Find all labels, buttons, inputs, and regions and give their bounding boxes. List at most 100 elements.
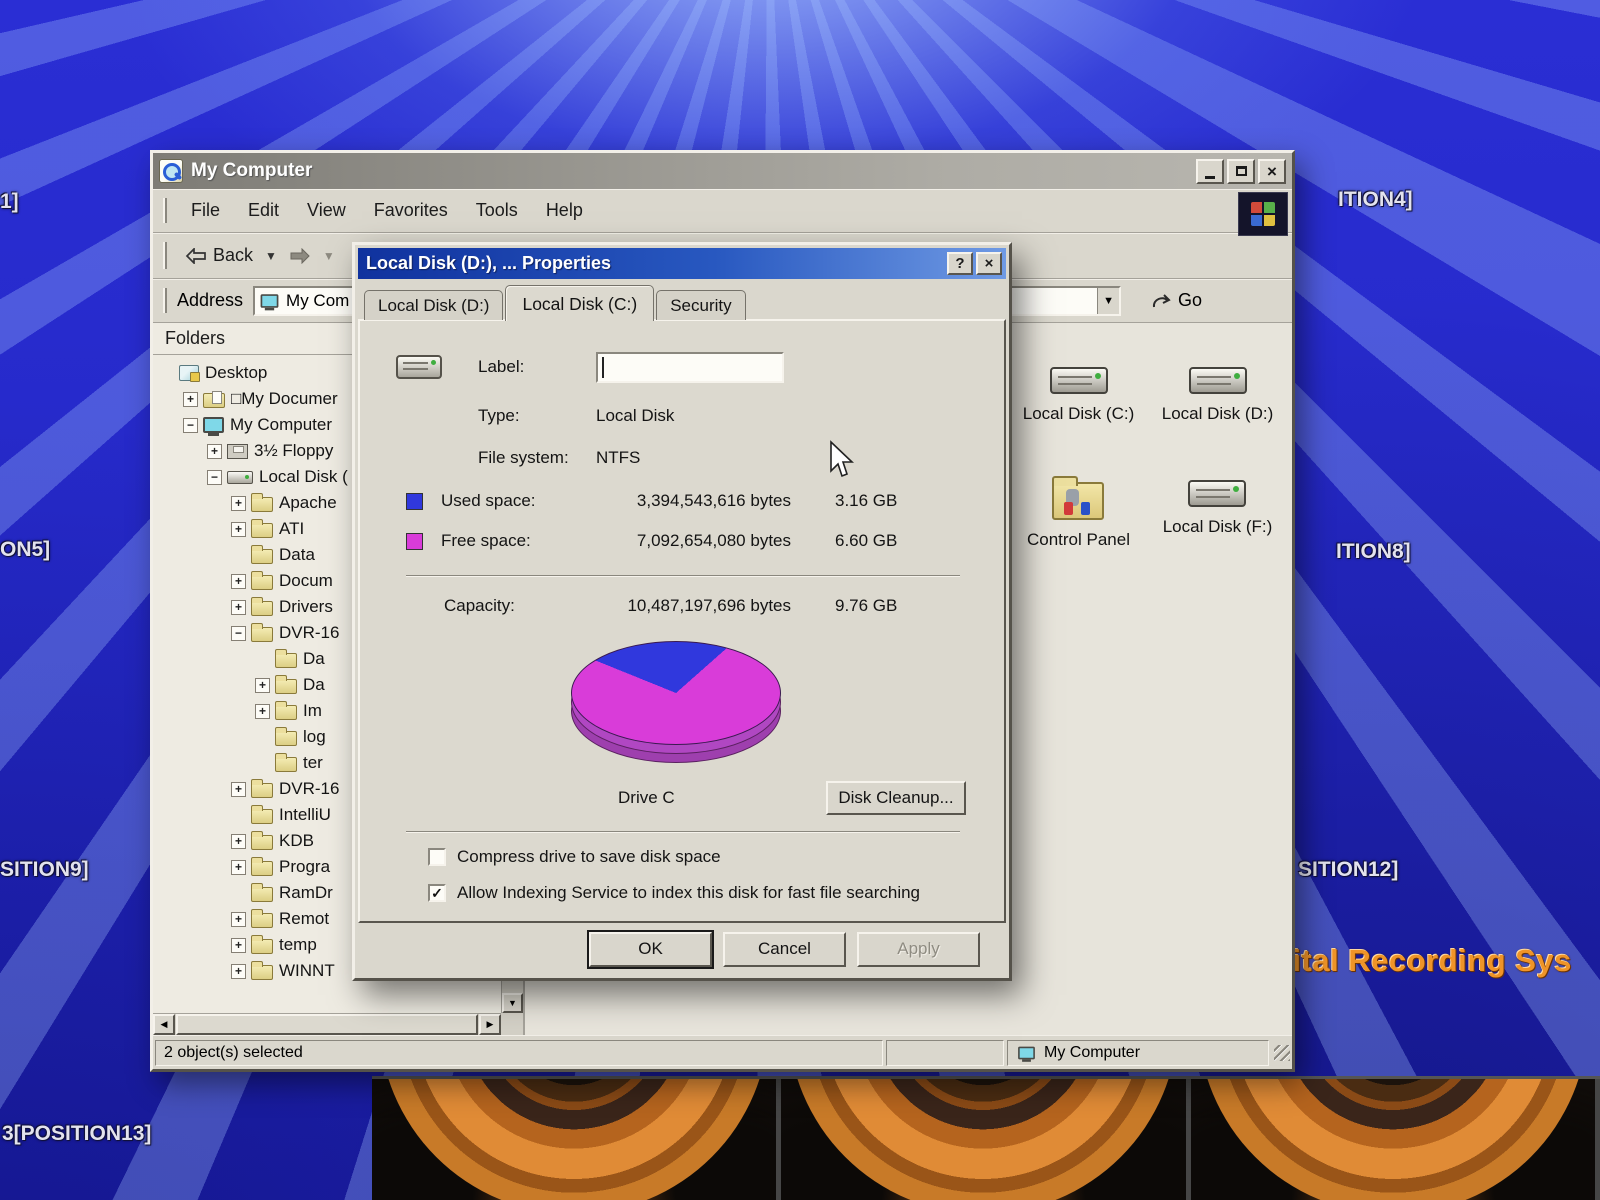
file-item[interactable]: Local Disk (F:) [1163, 480, 1273, 550]
tab-local-disk-c[interactable]: Local Disk (C:) [505, 285, 654, 321]
tab-security[interactable]: Security [656, 290, 745, 320]
menu-item-edit[interactable]: Edit [234, 196, 293, 224]
tree-item-label: KDB [279, 831, 314, 851]
expand-icon[interactable]: + [231, 782, 246, 797]
go-button[interactable]: Go [1143, 286, 1210, 315]
tree-item-label: Data [279, 545, 315, 565]
expand-icon[interactable]: + [231, 834, 246, 849]
menu-bar: FileEditViewFavoritesToolsHelp [153, 189, 1292, 233]
usage-row: Free space:7,092,654,080 bytes6.60 GB [360, 521, 1004, 561]
expand-icon[interactable]: + [231, 938, 246, 953]
disk-cleanup-button[interactable]: Disk Cleanup... [826, 781, 966, 815]
usage-bytes: 3,394,543,616 bytes [591, 491, 791, 511]
close-button[interactable]: × [1258, 159, 1286, 184]
menu-item-help[interactable]: Help [532, 196, 597, 224]
forward-history-dropdown[interactable]: ▼ [319, 249, 339, 263]
forward-button[interactable] [281, 244, 319, 268]
menu-item-file[interactable]: File [177, 196, 234, 224]
expand-icon[interactable]: + [207, 444, 222, 459]
file-item-label: Local Disk (D:) [1162, 404, 1273, 424]
expand-icon[interactable]: + [183, 392, 198, 407]
dialog-close-button[interactable]: × [976, 252, 1002, 275]
tree-item-label: ATI [279, 519, 304, 539]
volume-label-input[interactable] [596, 352, 784, 383]
scrollbar-thumb[interactable] [176, 1014, 478, 1035]
usage-size: 3.16 GB [835, 491, 955, 511]
tree-item-label: Da [303, 675, 325, 695]
folder-icon [251, 601, 273, 616]
cancel-button[interactable]: Cancel [723, 932, 846, 967]
tree-item-label: Im [303, 701, 322, 721]
scroll-left-button[interactable]: ◀ [153, 1014, 175, 1035]
collapse-icon[interactable]: − [207, 470, 222, 485]
expand-icon[interactable]: + [231, 496, 246, 511]
tree-item-label: DVR-16 [279, 779, 339, 799]
control-panel-icon [1052, 482, 1104, 520]
expand-icon[interactable]: + [231, 860, 246, 875]
menu-item-tools[interactable]: Tools [462, 196, 532, 224]
address-dropdown-button[interactable]: ▼ [1097, 288, 1119, 314]
toolbar-grip[interactable] [163, 242, 167, 269]
tree-item-label: ter [303, 753, 323, 773]
checkbox-checked[interactable]: ✓ [428, 884, 446, 902]
scroll-down-button[interactable]: ▼ [502, 993, 523, 1013]
file-item[interactable]: Control Panel [1027, 480, 1130, 550]
separator [406, 831, 960, 833]
camera-feed-large: gital Recording Sys [1283, 897, 1600, 1200]
back-history-dropdown[interactable]: ▼ [261, 249, 281, 263]
status-location-cell: My Computer [1007, 1040, 1269, 1066]
menu-item-favorites[interactable]: Favorites [360, 196, 462, 224]
windows-logo-throbber [1238, 192, 1288, 236]
window-resize-grip[interactable] [1274, 1045, 1290, 1061]
pie-chart-caption: Drive C [618, 788, 675, 808]
go-label: Go [1178, 290, 1202, 311]
folder-icon [251, 783, 273, 798]
toolbar-grip[interactable] [163, 288, 167, 314]
checkbox-unchecked[interactable] [428, 848, 446, 866]
collapse-icon[interactable]: − [231, 626, 246, 641]
file-item-label: Local Disk (F:) [1163, 517, 1273, 537]
menu-item-view[interactable]: View [293, 196, 360, 224]
collapse-icon[interactable]: − [183, 418, 198, 433]
toolbar-grip[interactable] [163, 198, 167, 224]
desktop-text-fragment: ITION4] [1338, 188, 1413, 212]
expand-icon[interactable]: + [231, 600, 246, 615]
address-value: My Com [286, 291, 349, 311]
maximize-button[interactable] [1227, 159, 1255, 184]
pie-top [571, 641, 781, 745]
dialog-titlebar[interactable]: Local Disk (D:), ... Properties ? × [358, 248, 1006, 279]
expand-icon[interactable]: + [231, 574, 246, 589]
dialog-button-row: OKCancelApply [358, 923, 1006, 975]
tree-item-label: log [303, 727, 326, 747]
usage-bytes: 7,092,654,080 bytes [591, 531, 791, 551]
expand-icon[interactable]: + [231, 912, 246, 927]
file-item[interactable]: Local Disk (C:) [1023, 367, 1134, 424]
tree-item-label: DVR-16 [279, 623, 339, 643]
expand-icon[interactable]: + [255, 704, 270, 719]
window-titlebar[interactable]: My Computer × [153, 153, 1292, 189]
tab-local-disk-d[interactable]: Local Disk (D:) [364, 290, 503, 320]
disk-usage-pie-chart [571, 641, 781, 767]
desktop-icon [179, 365, 199, 381]
status-bar: 2 object(s) selected My Computer [153, 1035, 1292, 1069]
filesystem-value: NTFS [596, 448, 640, 468]
drive-icon [1188, 480, 1246, 507]
minimize-button[interactable] [1196, 159, 1224, 184]
expand-icon[interactable]: + [231, 964, 246, 979]
tree-item-label: RamDr [279, 883, 333, 903]
expand-icon[interactable]: + [231, 522, 246, 537]
folder-icon [251, 549, 273, 564]
expand-icon[interactable]: + [255, 678, 270, 693]
scroll-right-button[interactable]: ▶ [479, 1014, 501, 1035]
tree-item-label: Drivers [279, 597, 333, 617]
tree-horizontal-scrollbar[interactable]: ◀ ▶ [153, 1013, 501, 1035]
ok-button[interactable]: OK [589, 932, 712, 967]
camera-tile [372, 1079, 781, 1200]
my-computer-icon [159, 159, 183, 183]
back-button[interactable]: Back [177, 241, 261, 270]
folder-icon [251, 913, 273, 928]
file-item[interactable]: Local Disk (D:) [1162, 367, 1273, 424]
drive-icon [227, 471, 253, 484]
computer-icon [1018, 1046, 1035, 1059]
help-button[interactable]: ? [947, 252, 973, 275]
